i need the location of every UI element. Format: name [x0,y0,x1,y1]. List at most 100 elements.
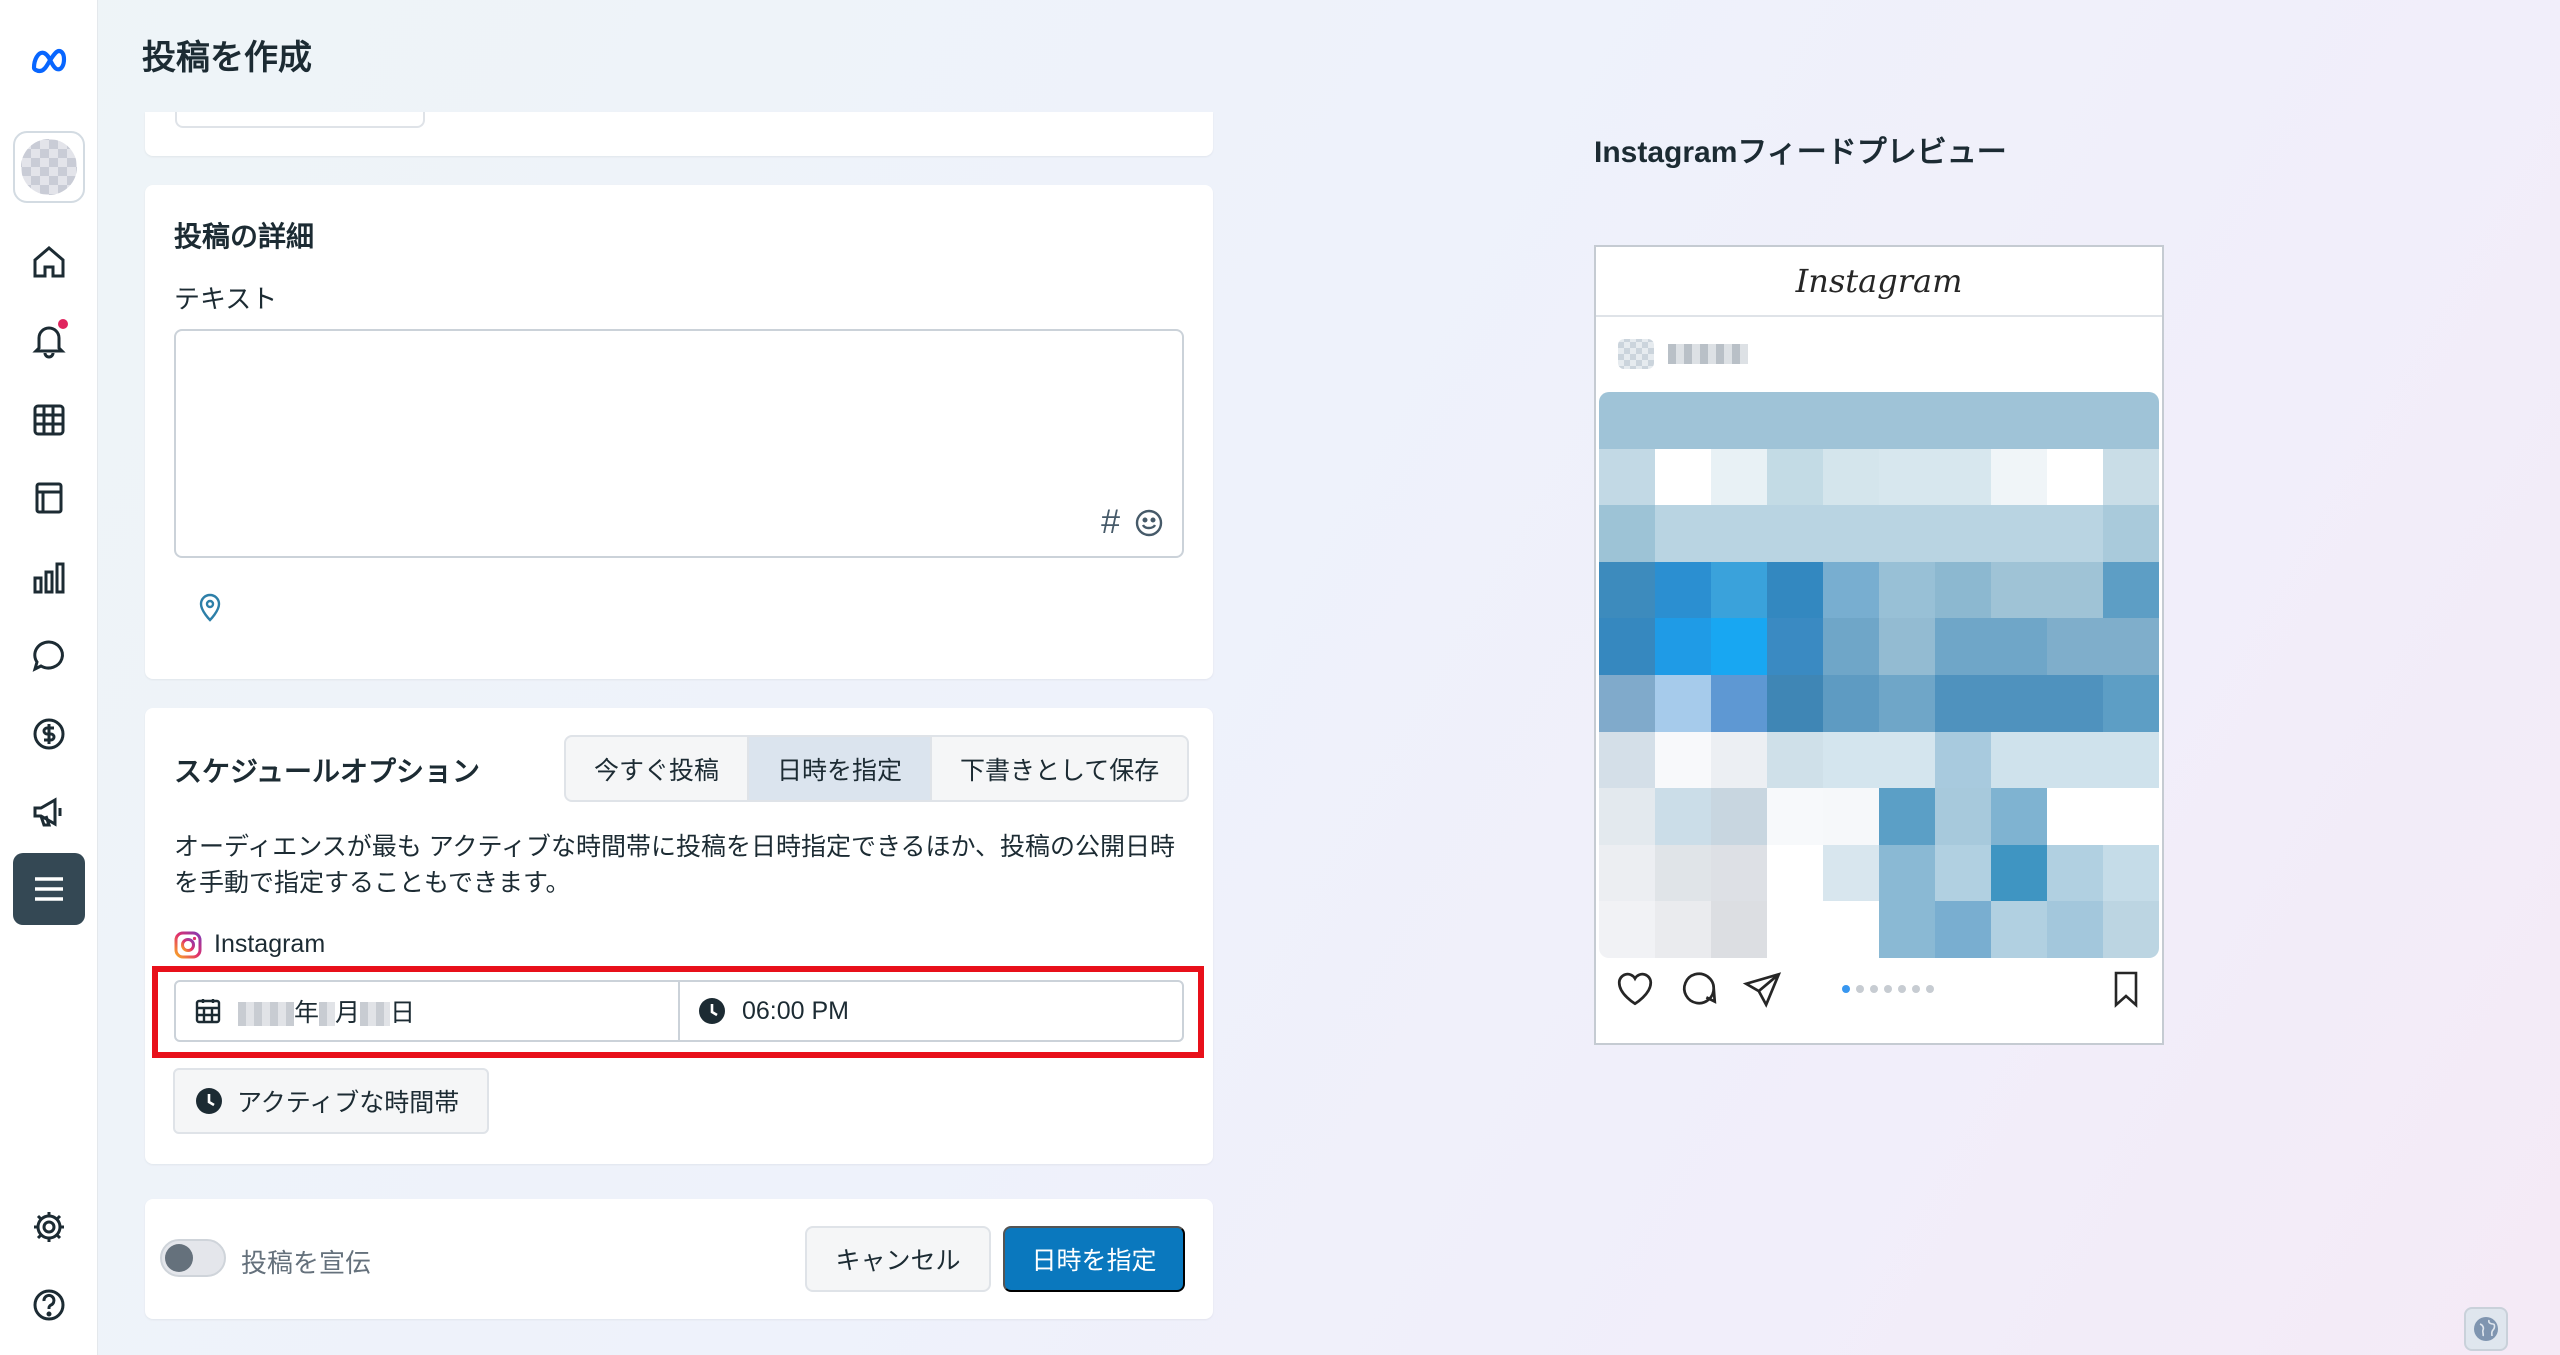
preview-image-tile [1823,901,1879,958]
post-now-option[interactable]: 今すぐ投稿 [566,737,750,800]
preview-image-tile [1935,788,1991,845]
preview-image-tile [1767,448,1823,506]
schedule-options-title: スケジュールオプション [174,756,481,787]
promote-label: 投稿を宣伝 [241,1248,372,1278]
schedule-options-card: スケジュールオプション 今すぐ投稿 日時を指定 下書きとして保存 オーディエンス… [145,708,1213,1164]
emoji-icon[interactable] [1134,508,1164,538]
preview-image-tile [1655,505,1711,562]
preview-image-tile [1599,505,1655,562]
preview-image-tile [2047,674,2103,732]
preview-image-tile [2047,844,2103,902]
notifications-icon[interactable] [24,315,74,365]
sidebar [0,0,98,1355]
table-icon[interactable] [24,395,74,445]
preview-image-tile [1599,618,1655,675]
preview-image-tile [1711,731,1767,789]
preview-username-redacted [1668,344,1748,364]
monetization-icon[interactable] [24,709,74,759]
preview-image-tile [2103,731,2159,789]
preview-image-tile [1767,561,1823,619]
location-icon[interactable] [193,590,227,624]
preview-image-tile [1935,618,1991,675]
preview-image-tile [1991,731,2047,789]
avatar-image [21,139,77,195]
preview-image-tile [1935,731,1991,789]
page-avatar[interactable] [13,131,85,203]
all-tools-menu-button[interactable] [13,853,85,925]
preview-image-tile [1767,618,1823,675]
comment-icon [1682,972,1717,1005]
preview-image-tile [1599,674,1655,732]
preview-image-tile [1823,392,1879,449]
settings-icon[interactable] [24,1202,74,1252]
language-globe-icon[interactable] [2464,1307,2508,1351]
hashtag-icon[interactable]: # [1101,503,1120,542]
preview-image-tile [1767,844,1823,902]
preview-image-tile [1823,505,1879,562]
preview-image-tile [1711,618,1767,675]
cancel-button[interactable]: キャンセル [805,1226,991,1292]
preview-image-tile [1879,901,1935,958]
carousel-dot [1912,985,1920,993]
ads-icon[interactable] [24,787,74,837]
preview-image-tile [1879,505,1935,562]
inbox-icon[interactable] [24,631,74,681]
home-icon[interactable] [24,237,74,287]
preview-image-tile [1935,844,1991,902]
text-label: テキスト [174,284,278,314]
calendar-icon [195,999,221,1024]
promote-toggle[interactable] [160,1239,226,1277]
preview-image-tile [1879,844,1935,902]
clipped-button[interactable] [175,112,425,128]
carousel-dot [1842,985,1850,993]
schedule-button[interactable]: 日時を指定 [1003,1226,1185,1292]
preview-image-tile [2103,561,2159,619]
hamburger-icon [35,877,63,901]
clock-icon [196,1088,222,1114]
carousel-dot [1898,985,1906,993]
post-details-title: 投稿の詳細 [174,221,315,252]
meta-logo-icon[interactable] [24,36,74,86]
content-icon[interactable] [24,473,74,523]
carousel-dot [1870,985,1878,993]
preview-image-tile [1599,901,1655,958]
preview-image-tile [2103,674,2159,732]
preview-image-tile [1711,505,1767,562]
redacted-month [319,1002,336,1027]
preview-title: Instagramフィードプレビュー [1594,136,2007,169]
preview-image-tile [1599,844,1655,902]
carousel-dot [1884,985,1892,993]
preview-image-tile [1655,618,1711,675]
save-draft-option[interactable]: 下書きとして保存 [932,737,1187,800]
carousel-dot [1926,985,1934,993]
preview-image-tile [1991,618,2047,675]
preview-image-tile [1599,731,1655,789]
preview-image-tile [1879,618,1935,675]
preview-image-tile [1823,788,1879,845]
insights-icon[interactable] [24,553,74,603]
preview-image-tile [1935,561,1991,619]
preview-image-tile [1991,505,2047,562]
preview-image-tile [1655,901,1711,958]
date-input[interactable]: 年月日 [176,982,678,1040]
preview-image-tile [1711,392,1767,449]
preview-image-tile [2047,392,2103,449]
schedule-option[interactable]: 日時を指定 [749,737,933,800]
preview-image-tile [1767,392,1823,449]
preview-image-tile [1991,561,2047,619]
preview-image-tile [1767,901,1823,958]
preview-image-tile [1711,844,1767,902]
preview-image-tile [1879,561,1935,619]
post-text-input[interactable]: # [174,329,1184,558]
preview-image-tile [1711,448,1767,506]
preview-image-tile [1823,448,1879,506]
help-icon[interactable] [24,1280,74,1330]
footer-card: 投稿を宣伝 キャンセル 日時を指定 [145,1199,1213,1319]
preview-image-tile [2103,901,2159,958]
time-input[interactable]: 06:00 PM [678,982,1182,1040]
preview-image-tile [1711,561,1767,619]
preview-image-tile [2103,788,2159,845]
preview-image-tile [1711,901,1767,958]
preview-image-tile [1991,844,2047,902]
active-times-button[interactable]: アクティブな時間帯 [173,1068,490,1134]
